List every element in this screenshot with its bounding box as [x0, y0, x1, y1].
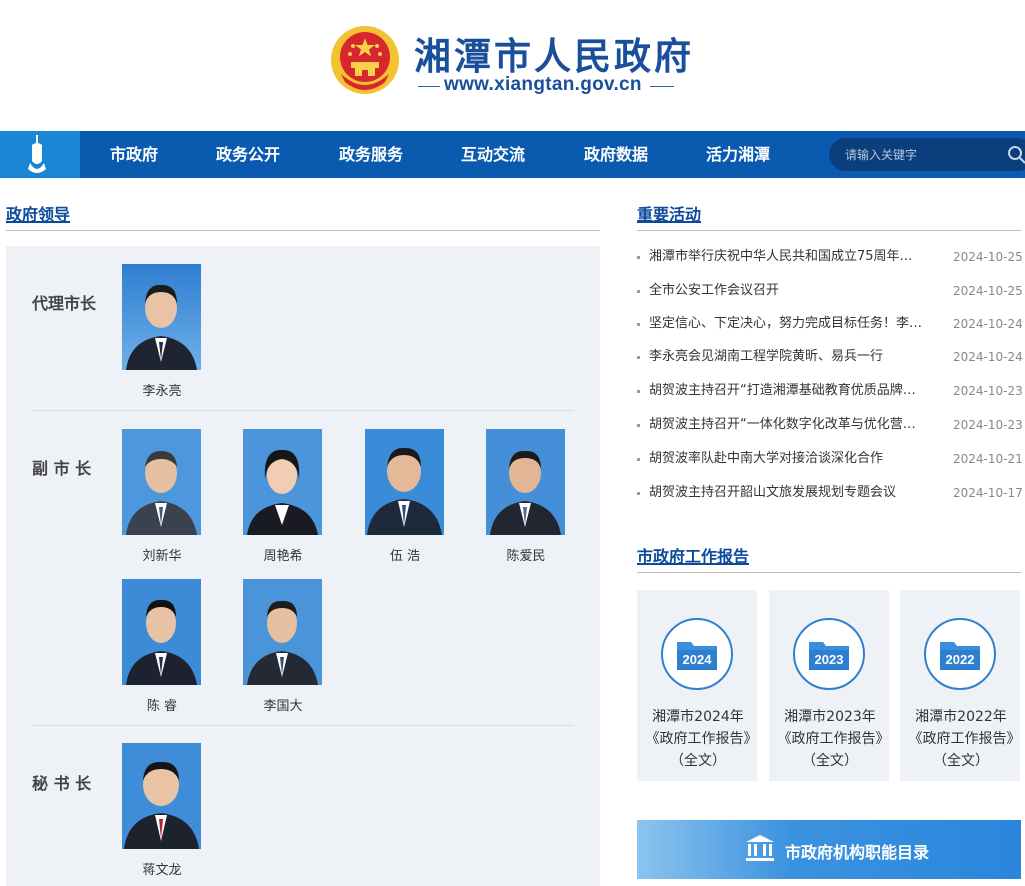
nav-item-interaction[interactable]: 互动交流 [461, 131, 525, 178]
news-date: 2024-10-23 [953, 415, 1023, 435]
nav-item-services[interactable]: 政务服务 [339, 131, 403, 178]
bullet-icon [637, 256, 640, 259]
news-title[interactable]: 胡贺波主持召开“打造湘潭基础教育优质品牌… [649, 381, 939, 401]
news-date: 2024-10-23 [953, 381, 1023, 401]
role-separator [32, 410, 574, 411]
nav-home-logo[interactable] [0, 131, 80, 178]
leader-photo[interactable] [122, 743, 201, 849]
activities-section-rule [637, 230, 1021, 231]
report-card-2024[interactable]: 2024 湘潭市2024年《政府工作报告》（全文） [637, 590, 757, 781]
leader-photo[interactable] [365, 429, 444, 535]
report-year: 2024 [677, 652, 717, 667]
search-input[interactable] [845, 138, 1005, 171]
bullet-icon [637, 424, 640, 427]
news-date: 2024-10-25 [953, 281, 1023, 301]
site-header: 湘潭市人民政府 www.xiangtan.gov.cn [0, 0, 1025, 131]
leaders-section-rule [6, 230, 600, 231]
search-icon[interactable] [1007, 145, 1025, 165]
nav-item-vitality[interactable]: 活力湘潭 [706, 131, 770, 178]
leader-name[interactable]: 伍 浩 [345, 545, 465, 564]
banner-label[interactable]: 市政府机构职能目录 [785, 839, 929, 863]
news-item[interactable]: 湘潭市举行庆祝中华人民共和国成立75周年… 2024-10-25 [637, 247, 1025, 267]
role-label-secretary-general: 秘 书 长 [32, 770, 91, 794]
nav-item-data[interactable]: 政府数据 [584, 131, 648, 178]
role-label-vice-mayor: 副 市 长 [32, 455, 91, 479]
site-url[interactable]: www.xiangtan.gov.cn [444, 74, 642, 96]
report-badge: 2023 [793, 618, 865, 690]
news-item[interactable]: 胡贺波主持召开韶山文旅发展规划专题会议 2024-10-17 [637, 483, 1025, 503]
leaders-panel: 代理市长 李永亮 副 市 长 刘新华 周艳希 伍 浩 陈爱民 [6, 246, 600, 886]
nav-item-open-affairs[interactable]: 政务公开 [216, 131, 280, 178]
nav-item-government[interactable]: 市政府 [110, 131, 158, 178]
news-title[interactable]: 李永亮会见湖南工程学院黄昕、易兵一行 [649, 347, 939, 367]
site-url-row: www.xiangtan.gov.cn [418, 74, 674, 98]
activities-title-underline [637, 221, 701, 223]
leader-name[interactable]: 李永亮 [102, 380, 222, 399]
leader-name[interactable]: 李国大 [223, 695, 343, 714]
news-item[interactable]: 坚定信心、下定决心，努力完成目标任务！李… 2024-10-24 [637, 314, 1025, 334]
leader-photo[interactable] [243, 579, 322, 685]
news-title[interactable]: 胡贺波主持召开“一体化数字化改革与优化营… [649, 415, 939, 435]
news-date: 2024-10-17 [953, 483, 1023, 503]
main-nav: 市政府 政务公开 政务服务 互动交流 政府数据 活力湘潭 [0, 131, 1025, 178]
news-date: 2024-10-24 [953, 347, 1023, 367]
report-year: 2023 [809, 652, 849, 667]
news-title[interactable]: 湘潭市举行庆祝中华人民共和国成立75周年… [649, 247, 939, 267]
news-item[interactable]: 全市公安工作会议召开 2024-10-25 [637, 281, 1025, 301]
bullet-icon [637, 290, 640, 293]
leader-name[interactable]: 刘新华 [102, 545, 222, 564]
bullet-icon [637, 323, 640, 326]
news-title[interactable]: 全市公安工作会议召开 [649, 281, 939, 301]
search-box [829, 138, 1025, 171]
city-landmark-icon [0, 131, 80, 178]
report-card-2022[interactable]: 2022 湘潭市2022年《政府工作报告》（全文） [900, 590, 1020, 781]
news-item[interactable]: 胡贺波主持召开“一体化数字化改革与优化营… 2024-10-23 [637, 415, 1025, 435]
leader-photo[interactable] [243, 429, 322, 535]
leader-photo[interactable] [122, 264, 201, 370]
national-emblem-icon [329, 24, 401, 96]
bullet-icon [637, 492, 640, 495]
report-badge: 2022 [924, 618, 996, 690]
news-title[interactable]: 坚定信心、下定决心，努力完成目标任务！李… [649, 314, 939, 334]
bullet-icon [637, 356, 640, 359]
news-date: 2024-10-21 [953, 449, 1023, 469]
news-date: 2024-10-24 [953, 314, 1023, 334]
news-item[interactable]: 胡贺波主持召开“打造湘潭基础教育优质品牌… 2024-10-23 [637, 381, 1025, 401]
leader-photo[interactable] [122, 579, 201, 685]
leader-photo[interactable] [486, 429, 565, 535]
report-year: 2022 [940, 652, 980, 667]
bullet-icon [637, 390, 640, 393]
site-title: 湘潭市人民政府 [414, 26, 694, 80]
report-card-2023[interactable]: 2023 湘潭市2023年《政府工作报告》（全文） [769, 590, 889, 781]
report-title[interactable]: 湘潭市2022年《政府工作报告》（全文） [908, 706, 1014, 772]
leader-name[interactable]: 蒋文龙 [102, 859, 222, 878]
leader-name[interactable]: 陈爱民 [466, 545, 586, 564]
institution-icon [745, 834, 775, 862]
reports-section-rule [637, 572, 1021, 573]
role-label-acting-mayor: 代理市长 [32, 290, 96, 314]
report-title[interactable]: 湘潭市2023年《政府工作报告》（全文） [777, 706, 883, 772]
news-item[interactable]: 李永亮会见湖南工程学院黄昕、易兵一行 2024-10-24 [637, 347, 1025, 367]
url-line-left [418, 86, 440, 87]
leaders-title-underline [6, 221, 70, 223]
news-date: 2024-10-25 [953, 247, 1023, 267]
leader-name[interactable]: 陈 睿 [102, 695, 222, 714]
leader-photo[interactable] [122, 429, 201, 535]
reports-title-underline [637, 563, 749, 565]
url-line-right [650, 86, 674, 87]
role-separator [32, 725, 574, 726]
news-title[interactable]: 胡贺波率队赴中南大学对接洽谈深化合作 [649, 449, 939, 469]
agency-directory-banner[interactable]: 市政府机构职能目录 [637, 820, 1021, 879]
news-title[interactable]: 胡贺波主持召开韶山文旅发展规划专题会议 [649, 483, 939, 503]
news-item[interactable]: 胡贺波率队赴中南大学对接洽谈深化合作 2024-10-21 [637, 449, 1025, 469]
report-title[interactable]: 湘潭市2024年《政府工作报告》（全文） [645, 706, 751, 772]
leader-name[interactable]: 周艳希 [223, 545, 343, 564]
bullet-icon [637, 458, 640, 461]
report-badge: 2024 [661, 618, 733, 690]
